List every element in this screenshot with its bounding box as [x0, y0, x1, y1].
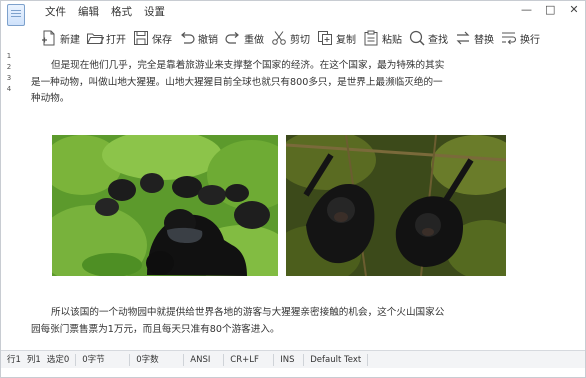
status-bytes: 0字节 — [76, 353, 131, 366]
redo-icon — [224, 29, 242, 47]
minimize-button[interactable]: — — [521, 3, 532, 16]
window-controls: — □ ✕ — [521, 3, 579, 16]
gorilla-photo-2 — [286, 135, 506, 276]
paste-label: 粘贴 — [382, 34, 402, 46]
cut-label: 剪切 — [290, 34, 310, 46]
new-label: 新建 — [60, 34, 80, 46]
redo-label: 重做 — [244, 34, 264, 46]
paste-button[interactable]: 粘贴 — [359, 26, 405, 50]
undo-icon — [178, 29, 196, 47]
replace-label: 替换 — [474, 34, 494, 46]
copy-label: 复制 — [336, 34, 356, 46]
line-number: 3 — [6, 74, 12, 82]
redo-button[interactable]: 重做 — [221, 26, 267, 50]
menu-edit[interactable]: 编辑 — [78, 4, 99, 19]
folder-icon — [86, 29, 104, 47]
save-button[interactable]: 保存 — [129, 26, 175, 50]
clipboard-icon — [362, 29, 380, 47]
status-line-ending[interactable]: CR+LF — [224, 353, 275, 366]
undo-label: 撤销 — [198, 34, 218, 46]
copy-icon — [316, 29, 334, 47]
cursor-position: 行1 列1 选定0 — [1, 353, 77, 366]
open-button[interactable]: 打开 — [83, 26, 129, 50]
toolbar: 新建 打开 保存 撤销 重做 剪切 复制 粘贴 查找 替换 换行 — [37, 23, 543, 53]
status-selection: 选定0 — [46, 354, 70, 365]
paragraph-1: 但是现在他们几乎，完全是靠着旅游业来支撑整个国家的经济。在这个国家，最为特殊的其… — [31, 60, 445, 104]
copy-button[interactable]: 复制 — [313, 26, 359, 50]
new-file-icon — [40, 29, 58, 47]
menu-settings[interactable]: 设置 — [144, 4, 165, 19]
line-number: 4 — [6, 85, 12, 93]
menu-items: 文件 编辑 格式 设置 — [45, 4, 165, 19]
menu-file[interactable]: 文件 — [45, 4, 66, 19]
text-editor-area[interactable]: 但是现在他们几乎，完全是靠着旅游业来支撑整个国家的经济。在这个国家，最为特殊的其… — [15, 53, 585, 349]
find-label: 查找 — [428, 34, 448, 46]
status-column: 列1 — [26, 354, 41, 365]
new-button[interactable]: 新建 — [37, 26, 83, 50]
replace-icon — [454, 29, 472, 47]
save-label: 保存 — [152, 34, 172, 46]
status-text-style[interactable]: Default Text — [304, 353, 369, 366]
maximize-button[interactable]: □ — [545, 3, 555, 16]
line-number-gutter: 1 2 3 4 — [2, 51, 16, 95]
close-button[interactable]: ✕ — [569, 3, 579, 16]
editor-window: 文件 编辑 格式 设置 — □ ✕ 新建 打开 保存 撤销 重做 剪切 复制 粘… — [0, 0, 586, 378]
status-chars: 0字数 — [130, 353, 185, 366]
save-icon — [132, 29, 150, 47]
wrap-button[interactable]: 换行 — [497, 26, 543, 50]
app-logo-icon — [7, 4, 25, 26]
wrap-label: 换行 — [520, 34, 540, 46]
find-button[interactable]: 查找 — [405, 26, 451, 50]
status-line: 行1 — [7, 354, 21, 365]
paragraph-2: 所以该国的一个动物园中就提供给世界各地的游客与大猩猩亲密接触的机会，这个火山国家… — [31, 307, 445, 335]
menu-bar: 文件 编辑 格式 设置 — □ ✕ — [1, 1, 585, 26]
line-number: 1 — [6, 52, 12, 60]
status-encoding[interactable]: ANSI — [184, 353, 225, 366]
scissors-icon — [270, 29, 288, 47]
line-number: 2 — [6, 63, 12, 71]
open-label: 打开 — [106, 34, 126, 46]
search-icon — [408, 29, 426, 47]
menu-format[interactable]: 格式 — [111, 4, 132, 19]
status-bar: 行1 列1 选定0 0字节 0字数 ANSI CR+LF INS Default… — [1, 350, 585, 368]
replace-button[interactable]: 替换 — [451, 26, 497, 50]
wrap-icon — [500, 29, 518, 47]
gorilla-photo-1 — [52, 135, 278, 276]
cut-button[interactable]: 剪切 — [267, 26, 313, 50]
status-insert-mode[interactable]: INS — [274, 353, 305, 366]
undo-button[interactable]: 撤销 — [175, 26, 221, 50]
